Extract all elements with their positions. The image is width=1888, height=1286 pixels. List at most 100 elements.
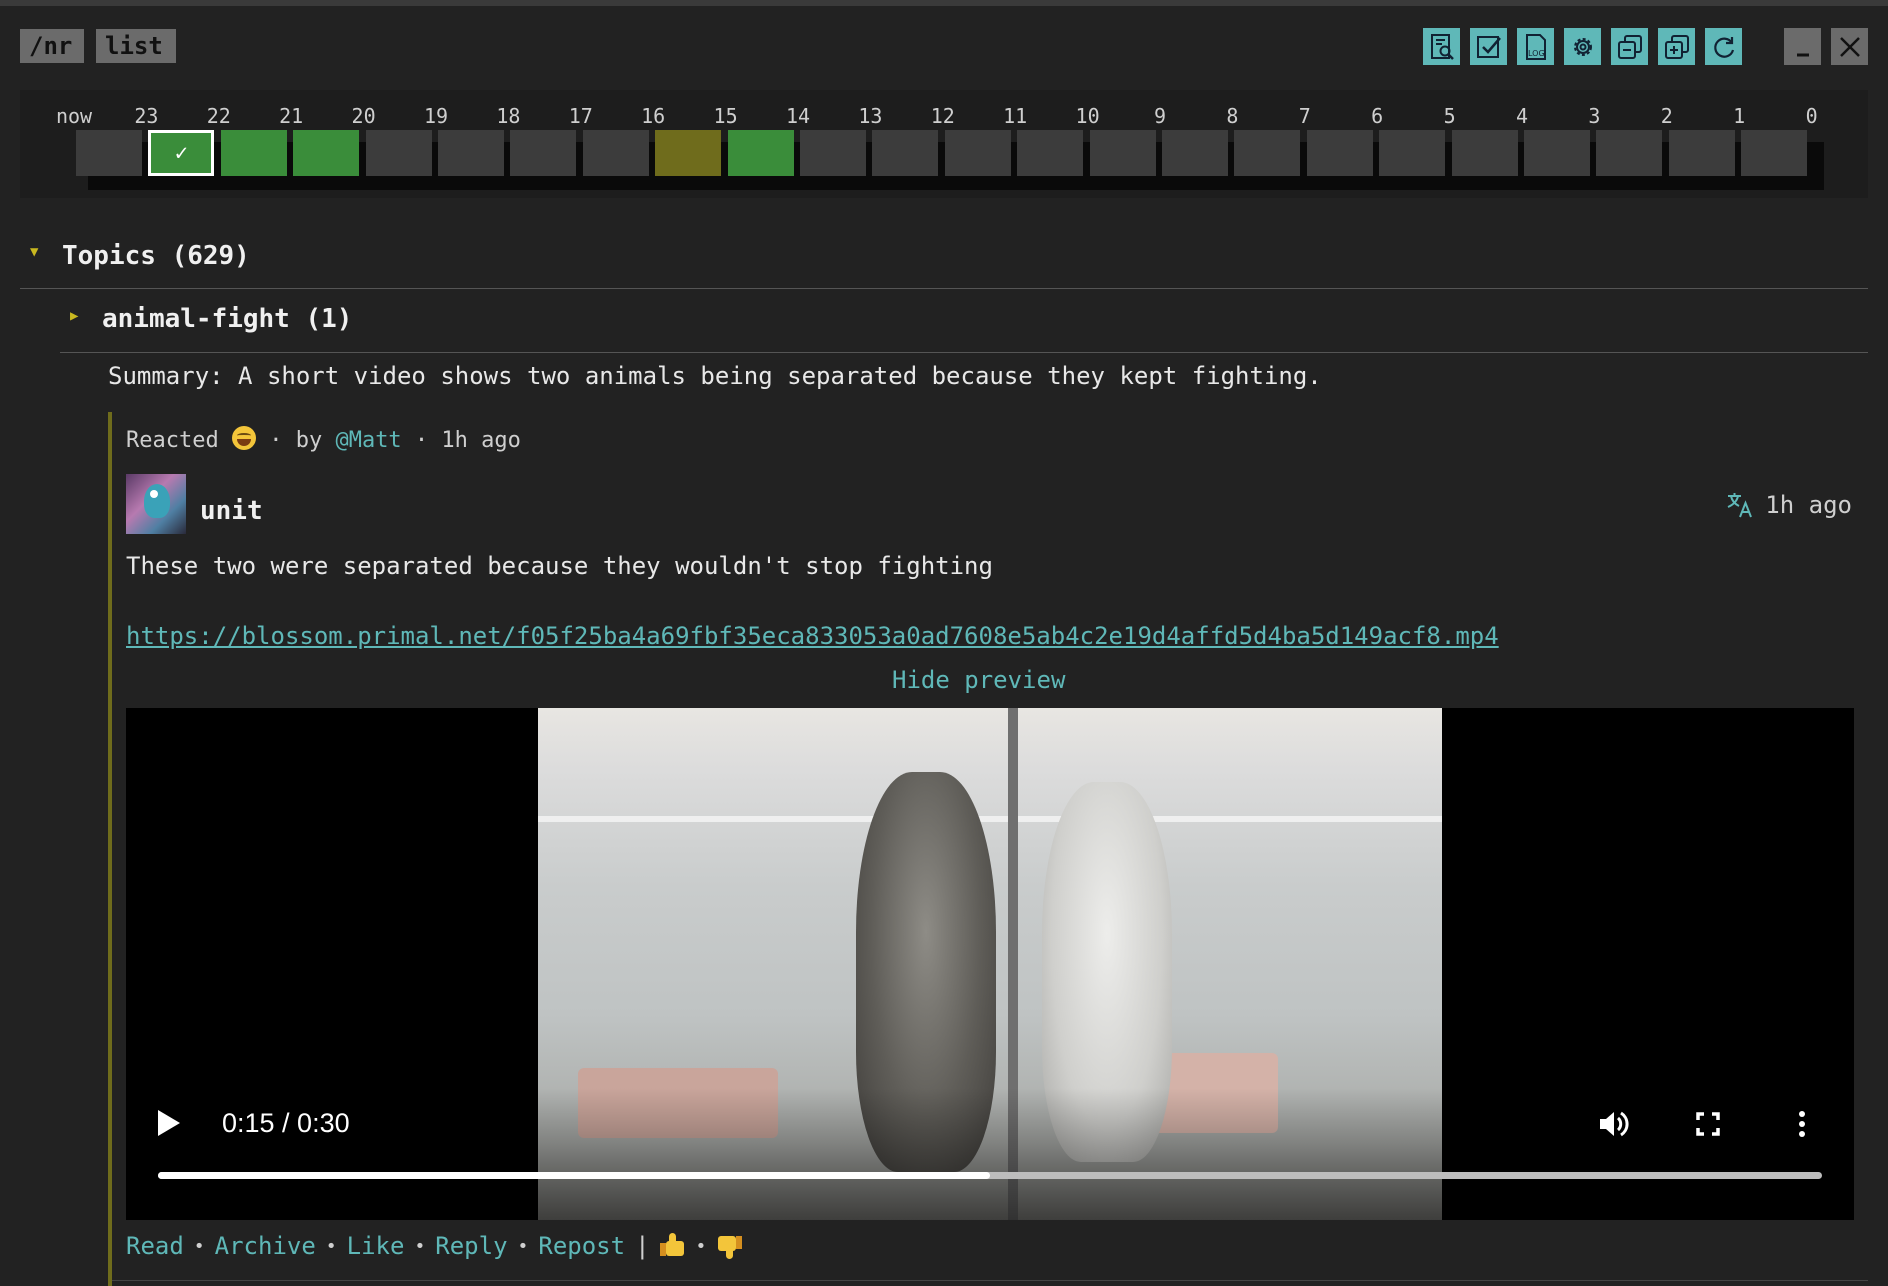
hour-label: 3 [1588,104,1601,128]
topic-group-divider [60,352,1868,353]
translate-icon[interactable] [1725,490,1755,520]
hour-label: 17 [568,104,593,128]
post-bottom-divider [112,1280,1868,1281]
hour-label: 12 [930,104,955,128]
hour-label: 4 [1515,104,1529,128]
hour-cell[interactable] [872,130,939,176]
hour-cell[interactable] [220,130,287,176]
hour-cell[interactable] [293,130,360,176]
reaction-line: Reacted · by @Matt · 1h ago [126,426,521,453]
mention-link[interactable]: @Matt [335,428,401,453]
author-name[interactable]: unit [200,496,263,526]
hour-label: 6 [1371,104,1384,128]
expand-arrow-icon[interactable]: ▼ [30,244,38,260]
hour-cell[interactable] [1306,130,1373,176]
hour-cell[interactable] [1451,130,1518,176]
hour-label: 20 [351,104,376,128]
volume-icon[interactable] [1594,1104,1634,1144]
collapse-arrow-icon[interactable]: ▶ [70,308,78,324]
hour-label: 0 [1805,104,1818,128]
add-window-icon[interactable] [1658,28,1695,65]
hour-label: 11 [1003,104,1028,128]
minimize-icon[interactable] [1784,28,1821,65]
avatar[interactable] [126,474,186,534]
hour-cell[interactable] [510,130,577,176]
hour-label: 16 [641,104,666,128]
hour-label: now [55,104,93,128]
svg-text:LOG: LOG [1528,49,1545,58]
hour-cell[interactable] [727,130,794,176]
hour-cell[interactable] [1017,130,1084,176]
hour-cell[interactable] [582,130,649,176]
reacted-time: · 1h ago [401,428,521,453]
hour-cell[interactable] [1379,130,1446,176]
more-options-icon[interactable] [1782,1104,1822,1144]
log-icon[interactable]: LOG [1517,28,1554,65]
hour-cell[interactable] [365,130,432,176]
hour-label: 21 [279,104,304,128]
hour-cell[interactable] [1162,130,1228,176]
settings-gear-icon[interactable] [1564,28,1601,65]
hour-cell[interactable] [1524,130,1590,176]
hour-label: 1 [1733,104,1746,128]
hour-cell[interactable] [76,130,142,176]
hour-cell[interactable] [800,130,866,176]
restore-window-icon[interactable] [1611,28,1648,65]
hour-label: 9 [1153,104,1167,128]
separator: • [414,1235,426,1257]
reacted-by-label: · by [269,428,336,453]
refresh-icon[interactable] [1705,28,1742,65]
hour-label: 14 [785,104,811,128]
thumbs-up-icon[interactable] [659,1233,686,1259]
hour-cell[interactable]: ✓ [148,130,215,176]
reacted-label: Reacted [126,428,219,453]
topics-divider [20,288,1868,289]
video-progress-bar[interactable] [158,1172,1822,1179]
hour-cell[interactable] [438,130,504,176]
topic-group-title[interactable]: animal-fight (1) [102,304,352,334]
hour-label: 18 [496,104,521,128]
archive-action[interactable]: Archive [215,1232,316,1260]
post-content: These two were separated because they wo… [126,552,993,580]
post-time-label: 1h ago [1765,491,1852,519]
avatar-bird [144,484,170,518]
topics-heading[interactable]: Topics (629) [62,241,250,271]
thumbs-down-icon[interactable] [716,1233,743,1259]
hour-cell[interactable] [1089,130,1156,176]
reply-action[interactable]: Reply [435,1232,507,1260]
avatar-eye [150,490,158,498]
media-link[interactable]: https://blossom.primal.net/f05f25ba4a69f… [126,622,1499,650]
hour-cell[interactable] [1234,130,1301,176]
like-action[interactable]: Like [347,1232,405,1260]
separator: • [695,1235,707,1257]
close-icon[interactable] [1831,28,1868,65]
post-actions: Read • Archive • Like • Reply • Repost |… [126,1232,743,1260]
hour-cell[interactable] [1668,130,1735,176]
hour-label: 10 [1075,104,1100,128]
list-tag-button[interactable]: list [96,29,176,63]
hour-label: 23 [134,104,159,128]
pipe-separator: | [635,1232,650,1260]
topic-summary: Summary: A short video shows two animals… [108,362,1322,390]
hour-label: 7 [1298,104,1311,128]
read-action[interactable]: Read [126,1232,184,1260]
separator: • [193,1235,205,1257]
search-document-icon[interactable] [1423,28,1460,65]
hide-preview-button[interactable]: Hide preview [892,666,1065,694]
fullscreen-icon[interactable] [1688,1104,1728,1144]
play-icon[interactable] [158,1110,180,1136]
window-top-strip [0,0,1888,6]
hour-label: 19 [423,104,449,128]
checkbox-icon[interactable] [1470,28,1507,65]
hour-cell[interactable] [944,130,1011,176]
repost-action[interactable]: Repost [538,1232,625,1260]
video-frame [538,708,1442,1220]
video-player[interactable]: 0:15 / 0:30 [126,708,1854,1220]
hour-cell[interactable] [655,130,722,176]
hour-label: 13 [858,104,883,128]
hour-cell[interactable] [1596,130,1663,176]
nr-tag-button[interactable]: /nr [20,29,84,63]
hour-cell[interactable] [1741,130,1808,176]
separator: • [325,1235,337,1257]
hour-label: 2 [1660,104,1673,128]
